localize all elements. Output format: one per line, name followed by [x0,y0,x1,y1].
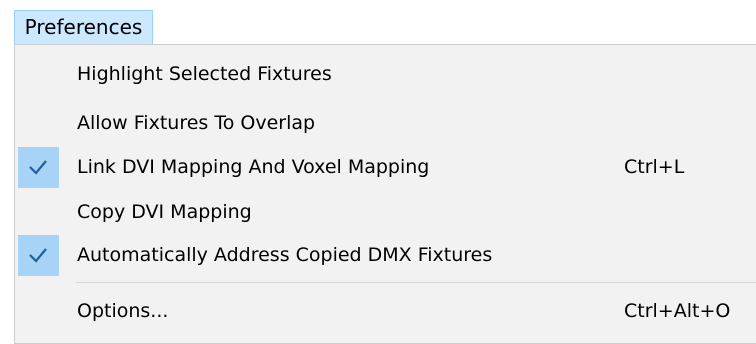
menu-item-label: Allow Fixtures To Overlap [77,112,316,134]
check-icon [29,248,47,263]
menu-item-highlight-selected-fixtures[interactable]: Highlight Selected Fixtures [16,53,756,96]
check-indicator [18,235,59,276]
check-icon [29,160,47,175]
menu-item-label: Highlight Selected Fixtures [77,63,332,85]
menu-item-shortcut: Ctrl+L [624,156,685,178]
menu-item-label: Automatically Address Copied DMX Fixture… [77,244,493,266]
menu-item-copy-dvi-mapping[interactable]: Copy DVI Mapping [16,191,756,234]
preferences-dropdown-menu: Highlight Selected Fixtures Allow Fixtur… [14,44,756,344]
menu-item-label: Options... [77,300,169,322]
menu-item-allow-fixtures-to-overlap[interactable]: Allow Fixtures To Overlap [16,102,756,145]
menu-bar: Preferences [0,0,756,46]
menu-item-shortcut: Ctrl+Alt+O [624,300,731,322]
menu-item-auto-address-copied-dmx-fixtures[interactable]: Automatically Address Copied DMX Fixture… [16,234,756,277]
menu-item-link-dvi-and-voxel-mapping[interactable]: Link DVI Mapping And Voxel Mapping Ctrl+… [16,146,756,189]
menu-item-label: Link DVI Mapping And Voxel Mapping [77,156,430,178]
menu-item-label: Copy DVI Mapping [77,201,252,223]
menu-item-options[interactable]: Options... Ctrl+Alt+O [16,290,756,333]
menu-separator [76,282,756,283]
check-indicator [18,147,59,188]
menu-preferences[interactable]: Preferences [14,10,153,44]
